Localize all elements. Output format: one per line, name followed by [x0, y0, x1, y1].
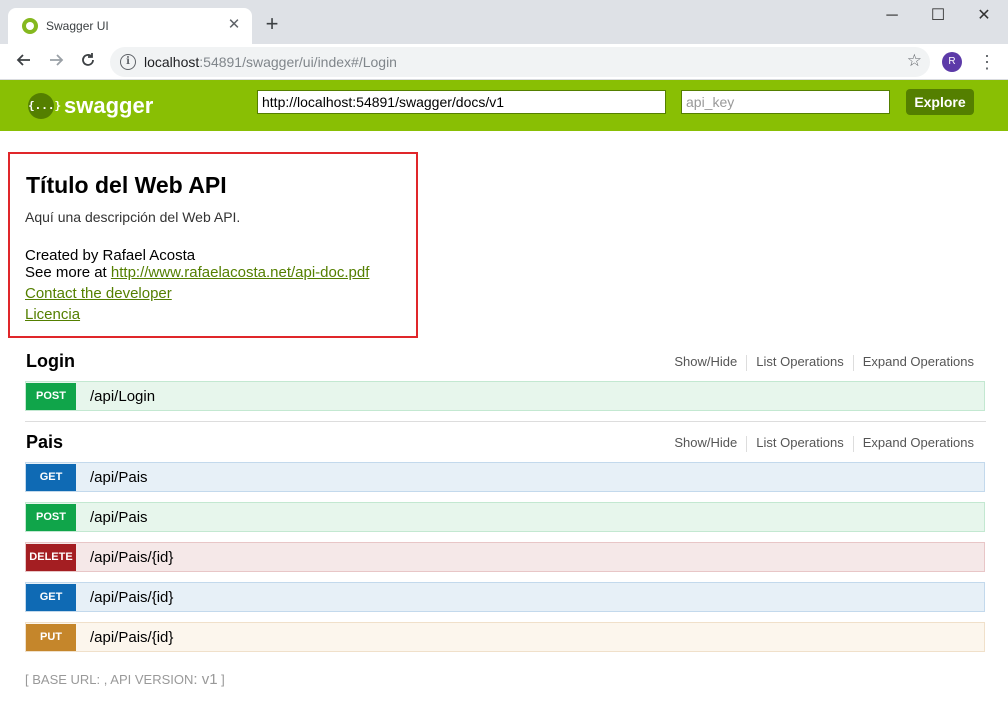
resource-actions: Show/Hide List Operations Expand Operation…	[674, 354, 974, 371]
browser-tab[interactable]: Swagger UI ✕	[8, 8, 252, 44]
kebab-menu-icon[interactable]: ⋮	[978, 50, 996, 74]
resource-title[interactable]: Pais	[26, 432, 63, 453]
spec-url-input[interactable]	[257, 90, 666, 114]
see-more: See more at http://www.rafaelacosta.net/…	[25, 264, 370, 281]
method-badge: POST	[26, 383, 76, 410]
expand-operations-link[interactable]: Expand Operations	[863, 435, 974, 450]
close-window-button[interactable]: ✕	[970, 4, 998, 28]
address-bar[interactable]: i localhost:54891/swagger/ui/index#/Logi…	[110, 47, 930, 77]
api-info-box: Título del Web API Aquí una descripción …	[8, 152, 418, 338]
tab-strip: Swagger UI ✕ + ─ ☐ ✕	[0, 0, 1008, 44]
explore-button[interactable]: Explore	[906, 89, 974, 115]
back-arrow-icon[interactable]	[12, 50, 36, 74]
info-icon[interactable]: i	[120, 54, 136, 70]
swagger-logo-icon: {...}	[28, 93, 61, 119]
resource-actions: Show/Hide List Operations Expand Operation…	[674, 435, 974, 452]
operation-row[interactable]: GET /api/Pais/{id}	[25, 582, 985, 612]
operation-path[interactable]: /api/Pais	[90, 509, 148, 526]
method-badge: POST	[26, 504, 76, 531]
list-operations-link[interactable]: List Operations	[756, 354, 843, 369]
api-description: Aquí una descripción del Web API.	[25, 209, 241, 225]
operation-path[interactable]: /api/Pais/{id}	[90, 549, 173, 566]
operation-row[interactable]: GET /api/Pais	[25, 462, 985, 492]
show-hide-link[interactable]: Show/Hide	[674, 354, 737, 369]
api-title: Título del Web API	[26, 172, 227, 198]
operation-row[interactable]: PUT /api/Pais/{id}	[25, 622, 985, 652]
api-version-value: : v1	[193, 671, 218, 688]
operation-path[interactable]: /api/Login	[90, 388, 155, 405]
api-footer: [ BASE URL: , API VERSION: v1 ]	[25, 671, 225, 688]
api-doc-link[interactable]: http://www.rafaelacosta.net/api-doc.pdf	[111, 264, 369, 281]
method-badge: GET	[26, 584, 76, 611]
resource-title[interactable]: Login	[26, 351, 75, 372]
reload-icon[interactable]	[76, 50, 100, 74]
method-badge: GET	[26, 464, 76, 491]
expand-operations-link[interactable]: Expand Operations	[863, 354, 974, 369]
method-badge: DELETE	[26, 544, 76, 571]
resource-divider	[25, 421, 986, 422]
base-url-label: BASE URL	[32, 672, 97, 687]
operation-row[interactable]: POST /api/Pais	[25, 502, 985, 532]
base-url-value: :	[96, 672, 104, 687]
tab-title: Swagger UI	[46, 19, 109, 33]
operation-row[interactable]: DELETE /api/Pais/{id}	[25, 542, 985, 572]
operation-path[interactable]: /api/Pais/{id}	[90, 589, 173, 606]
license-link[interactable]: Licencia	[25, 306, 80, 323]
swagger-favicon-icon	[22, 18, 38, 34]
method-badge: PUT	[26, 624, 76, 651]
api-version-label: API VERSION	[110, 672, 194, 687]
maximize-button[interactable]: ☐	[924, 4, 952, 28]
forward-arrow-icon[interactable]	[44, 50, 68, 74]
created-by: Created by Rafael Acosta	[25, 247, 196, 264]
contact-developer-link[interactable]: Contact the developer	[25, 285, 172, 302]
address-url[interactable]: localhost:54891/swagger/ui/index#/Login	[144, 54, 397, 70]
operation-path[interactable]: /api/Pais/{id}	[90, 629, 173, 646]
operation-row[interactable]: POST /api/Login	[25, 381, 985, 411]
new-tab-button[interactable]: +	[261, 13, 283, 35]
swagger-brand: swagger	[64, 93, 154, 118]
tab-close-icon[interactable]: ✕	[224, 15, 244, 35]
minimize-button[interactable]: ─	[878, 4, 906, 28]
api-key-input[interactable]	[681, 90, 890, 114]
swagger-header: {...} swagger Explore	[0, 80, 1008, 131]
show-hide-link[interactable]: Show/Hide	[674, 435, 737, 450]
browser-toolbar: i localhost:54891/swagger/ui/index#/Logi…	[0, 44, 1008, 80]
list-operations-link[interactable]: List Operations	[756, 435, 843, 450]
star-icon[interactable]: ☆	[907, 51, 922, 71]
operation-path[interactable]: /api/Pais	[90, 469, 148, 486]
profile-avatar[interactable]: R	[942, 52, 962, 72]
